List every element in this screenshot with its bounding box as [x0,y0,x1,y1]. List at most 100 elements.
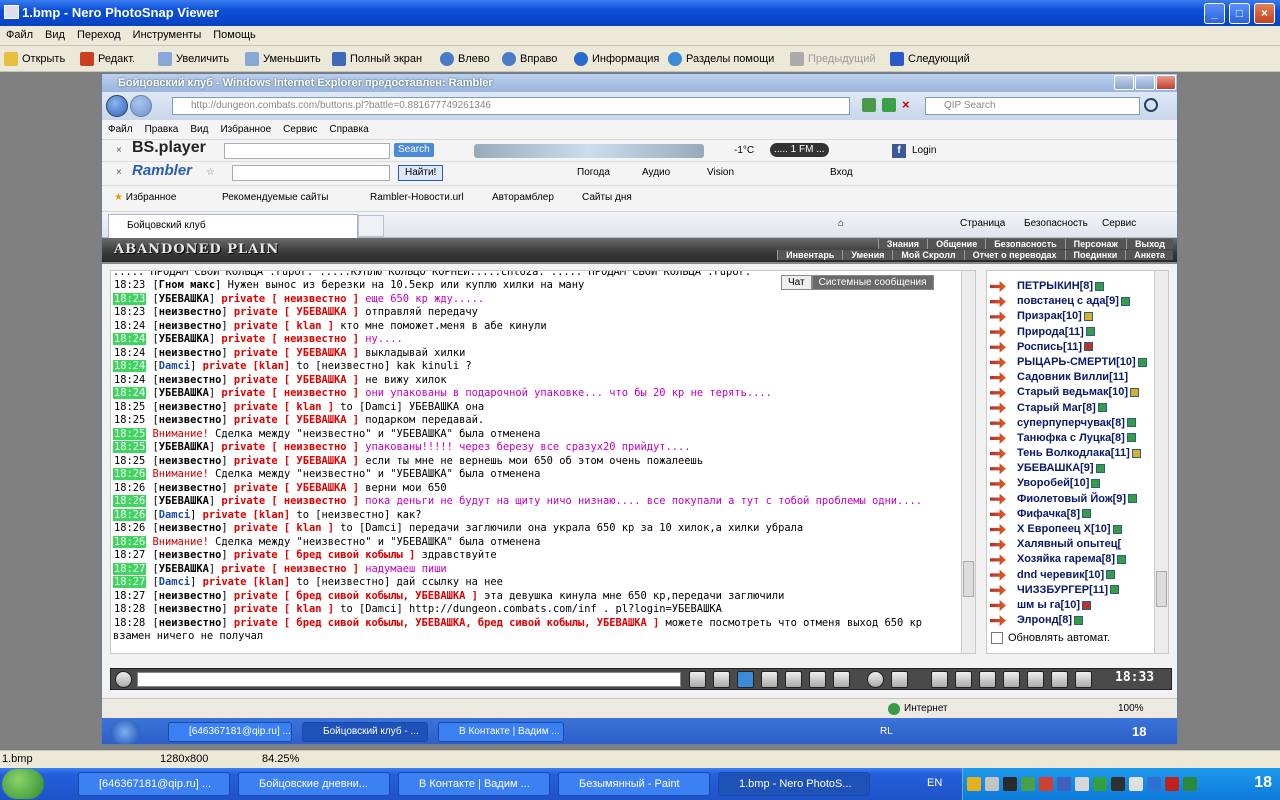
ie-menu-view[interactable]: Вид [184,120,214,139]
player-name[interactable]: Тень Волкодлака[11] [1017,447,1130,459]
sender-nick[interactable]: неизвестно [159,374,222,386]
bsplayer-input[interactable] [224,143,390,159]
private-label[interactable]: private [ УБЕВАШКА ] [234,455,359,467]
private-label[interactable]: private [klan] [203,576,291,588]
nav-skills[interactable]: Умения [842,250,893,260]
tab-fight-club[interactable]: Бойцовский клуб [108,214,358,238]
private-label[interactable]: private [ УБЕВАШКА ] [234,414,359,426]
start-button[interactable] [2,769,44,799]
player-name[interactable]: повстанец с ада[9] [1017,295,1119,307]
timestamp[interactable]: 18:26 [113,468,147,480]
private-arrow-icon[interactable] [990,356,1006,368]
players-scrollbar[interactable] [1154,271,1168,653]
language-indicator[interactable]: EN [927,777,942,789]
tray-icon-12[interactable] [1165,777,1179,791]
walk-icon[interactable] [785,671,802,688]
task-diaries[interactable]: Бойцовские дневни... [238,772,390,796]
rambler-login-link[interactable]: Вход [830,166,853,180]
timestamp[interactable]: 18:23 [113,292,147,305]
timestamp[interactable]: 18:23 [113,306,146,318]
inner-task-fightclub[interactable]: Бойцовский клуб - ... [302,722,428,742]
timestamp[interactable]: 18:27 [113,590,146,602]
private-label[interactable]: private [ неизвестно ] [221,293,359,305]
info-icon[interactable] [1137,357,1147,367]
sender-nick[interactable]: неизвестно [159,347,222,359]
favorites-button[interactable]: ★ Избранное [114,192,176,203]
info-icon[interactable] [1126,418,1136,428]
info-icon[interactable] [1082,600,1092,610]
player-name[interactable]: РЫЦАРЬ-СМЕРТИ[10] [1017,356,1136,368]
sender-nick[interactable]: неизвестно [159,320,222,332]
tray-icon-1[interactable] [967,777,981,791]
rambler-search-input[interactable] [232,165,390,181]
private-label[interactable]: private [ бред сивой кобылы, УБЕВАШКА, б… [234,617,659,629]
timestamp[interactable]: 18:25 [113,455,146,467]
sender-nick[interactable]: УБЕВАШКА [159,441,209,453]
rambler-find-button[interactable]: Найти! [398,165,444,181]
login-link[interactable]: Login [912,144,936,158]
media-controls[interactable] [474,144,704,158]
player-name[interactable]: Призрак[10] [1017,310,1082,322]
info-button[interactable]: Информация [572,50,659,68]
filter-icon[interactable] [737,671,754,688]
task-nero-viewer[interactable]: 1.bmp - Nero PhotoS... [718,772,870,796]
sender-nick[interactable]: Гном макс [159,279,215,291]
private-arrow-icon[interactable] [990,341,1006,353]
player-entry[interactable]: Фифачка[8] [987,507,1157,522]
refresh-icon[interactable] [882,98,896,112]
timestamp[interactable]: 18:26 [113,495,147,507]
security-menu[interactable]: Безопасность [1024,218,1088,229]
ie-menu-tools[interactable]: Сервис [277,120,323,139]
chat-scrollbar[interactable] [961,271,975,653]
gear-icon[interactable] [979,671,996,688]
private-label[interactable]: private [ бред сивой кобылы ] [234,549,415,561]
private-arrow-icon[interactable] [990,584,1006,596]
timestamp[interactable]: 18:28 [113,603,146,615]
info-icon[interactable] [1082,509,1092,519]
info-icon[interactable] [1091,479,1101,489]
timestamp[interactable]: 18:25 [113,441,147,453]
timestamp[interactable]: 18:27 [113,562,147,575]
tab-system-messages[interactable]: Системные сообщения [811,275,934,290]
timestamp[interactable]: 18:25 [113,401,146,413]
smile-icon[interactable] [867,671,884,688]
private-label[interactable]: private [ УБЕВАШКА ] [234,482,359,494]
nav-scroll[interactable]: Мой Скролл [892,250,964,260]
nav-knowledge[interactable]: Знания [877,239,928,249]
previous-button[interactable]: Предыдущий [788,50,875,68]
qip-search-input[interactable]: QIP Search [925,97,1140,115]
private-arrow-icon[interactable] [990,281,1006,292]
player-entry[interactable]: dnd черевик[10] [987,568,1157,583]
edit-button[interactable]: Редакт. [78,50,135,68]
menu-go[interactable]: Переход [71,26,127,45]
inner-lang[interactable]: RL [880,726,893,737]
chat-input[interactable] [137,672,681,687]
tray-icon-11[interactable] [1147,777,1161,791]
rotate-right-button[interactable]: Вправо [500,50,557,68]
nav-security[interactable]: Безопасность [985,239,1065,249]
sender-nick[interactable]: Damci [159,360,190,372]
player-entry[interactable]: Танюфка с Луцка[8] [987,431,1157,446]
sender-nick[interactable]: Damci [159,576,190,588]
menu-view[interactable]: Вид [39,26,71,45]
bsplayer-search-button[interactable]: Search [394,143,434,157]
fav-item-recommended[interactable]: Рекомендуемые сайты [222,192,328,203]
task-qip[interactable]: [646367181@qip.ru] ... [78,772,230,796]
info-icon[interactable] [1120,296,1130,306]
player-name[interactable]: Старый ведьмак[10] [1017,386,1128,398]
player-entry[interactable]: Тень Волкодлака[11] [987,446,1157,461]
sender-nick[interactable]: неизвестно [159,482,222,494]
sender-nick[interactable]: неизвестно [159,590,222,602]
sender-nick[interactable]: неизвестно [159,455,222,467]
sender-nick[interactable]: неизвестно [159,603,222,615]
tray-icon-8[interactable] [1093,777,1107,791]
player-name[interactable]: ЧИЗЗБУРГЕР[11] [1017,584,1108,596]
private-label[interactable]: private [ неизвестно ] [221,495,359,507]
info-icon[interactable] [1083,311,1093,321]
ie-maximize-button[interactable] [1135,75,1155,90]
player-name[interactable]: Фиолетовый Йож[9] [1017,493,1126,505]
info-icon[interactable] [1130,387,1140,397]
ie-minimize-button[interactable] [1114,75,1134,90]
player-entry[interactable]: Хозяйка гарема[8] [987,552,1157,567]
radio-player[interactable]: ..... 1 FM ... [770,143,829,157]
